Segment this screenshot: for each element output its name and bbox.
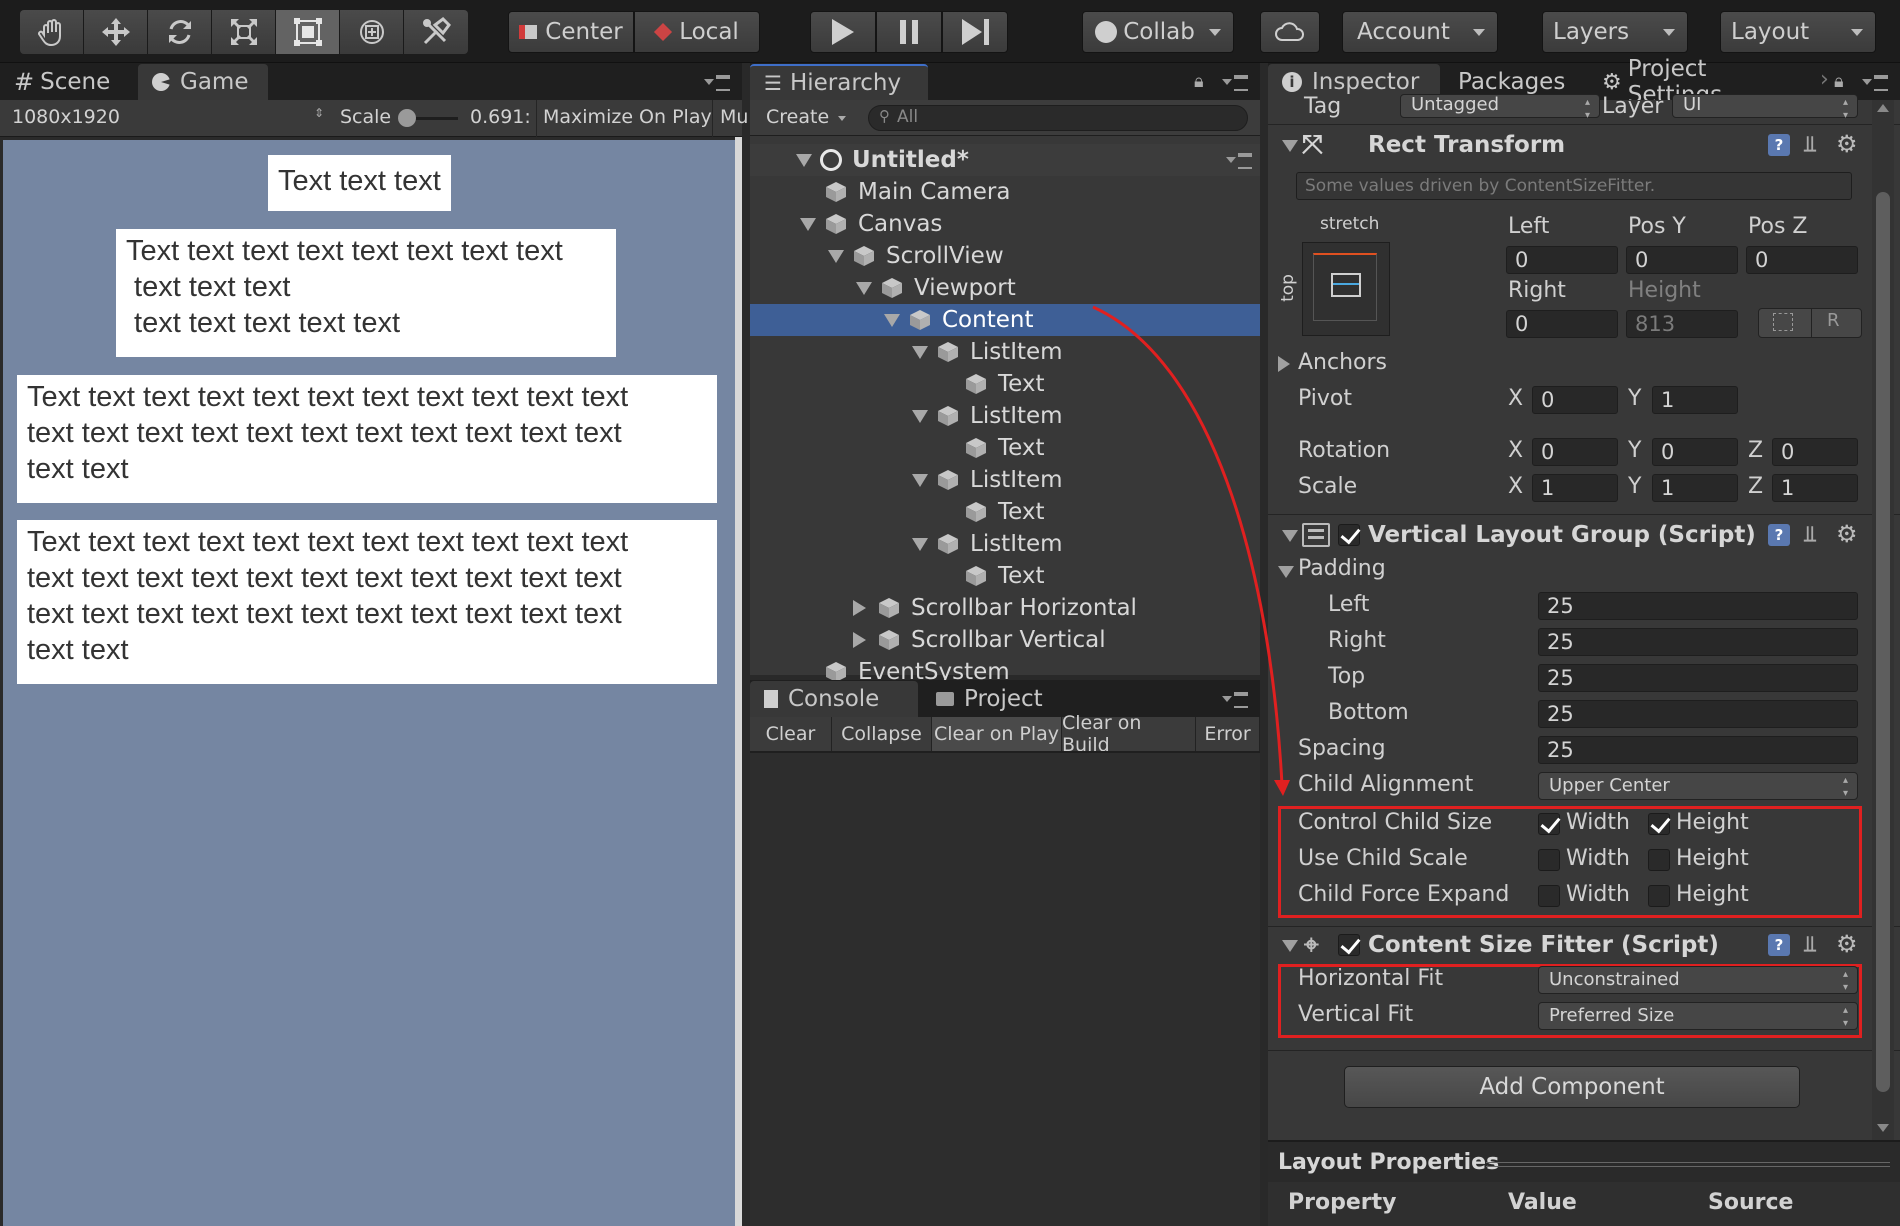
annotation-arrow <box>1092 305 1290 796</box>
